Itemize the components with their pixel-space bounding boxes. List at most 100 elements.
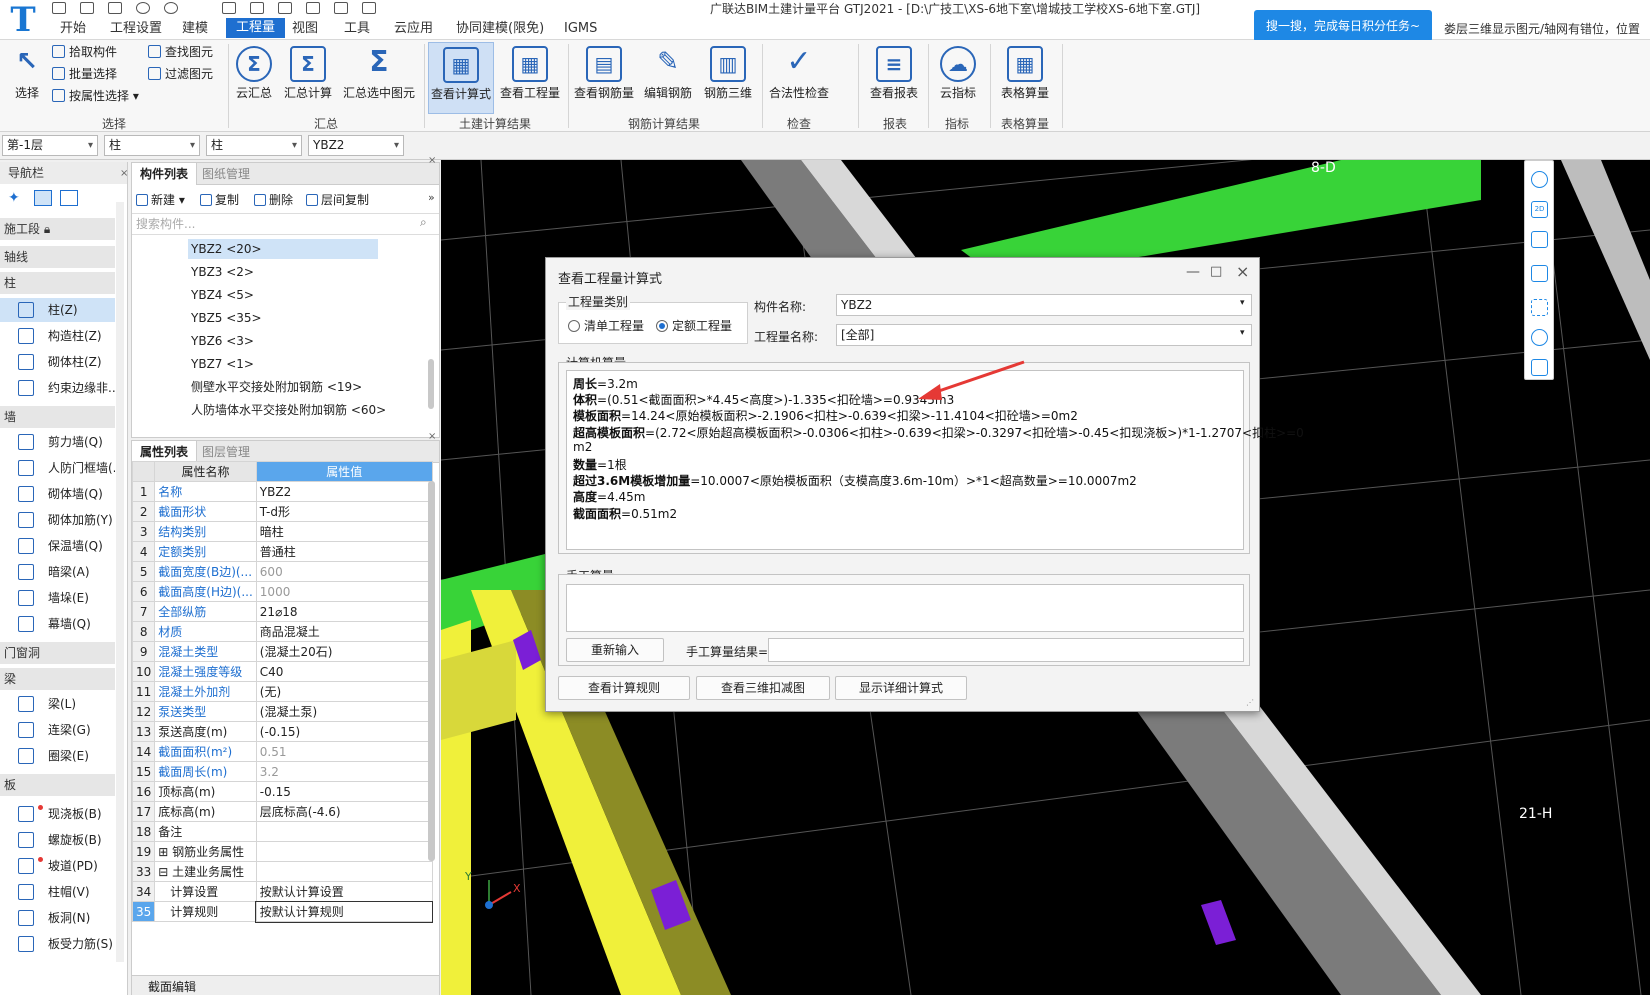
view-rebar-button[interactable]: ▤ 查看钢筋量 [572, 42, 636, 114]
close-icon[interactable]: × [428, 155, 436, 166]
category-select[interactable]: 柱 [104, 135, 200, 156]
list-item[interactable]: 侧壁水平交接处附加钢筋 <19> [188, 377, 362, 397]
nav-item-slab-hole[interactable]: 板洞(N) [0, 906, 115, 930]
undo-icon[interactable] [136, 2, 150, 14]
menu-project-settings[interactable]: 工程设置 [110, 20, 162, 38]
property-value[interactable]: (无) [255, 681, 433, 702]
resize-grip-icon[interactable]: ⋰ [1246, 698, 1254, 707]
find-element-button[interactable]: 查找图元 [148, 42, 213, 62]
cloud-summary-button[interactable]: Σ 云汇总 [232, 42, 276, 114]
draw-icon[interactable] [222, 2, 236, 14]
reinput-button[interactable]: 重新输入 [566, 638, 664, 662]
pick-component-button[interactable]: 拾取构件 [52, 42, 117, 62]
table-row[interactable]: 7 全部纵筋 21⌀18 [131, 601, 433, 622]
notice-text[interactable]: 娄层三维显示图元/轴网有错位，位置 [1444, 20, 1640, 37]
select-button[interactable]: ↖ 选择 [6, 42, 48, 114]
table-row[interactable]: 35 计算规则 按默认计算规则 [131, 900, 434, 923]
new-file-icon[interactable] [52, 2, 66, 14]
3d-box-icon[interactable] [1531, 231, 1548, 248]
property-value[interactable]: 1000 [255, 581, 433, 602]
table-row[interactable]: 3 结构类别 暗柱 [131, 521, 433, 542]
menu-cloud[interactable]: 云应用 [394, 20, 433, 38]
list-icon[interactable] [362, 2, 376, 14]
list-item[interactable]: YBZ4 <5> [188, 285, 254, 305]
table-row[interactable]: 12 泵送类型 (混凝土泵) [131, 701, 433, 722]
new-button[interactable]: 新建 ▾ [136, 191, 185, 208]
table-row[interactable]: 34 计算设置 按默认计算设置 [131, 881, 433, 902]
manual-result-input[interactable] [768, 638, 1244, 662]
cloud-index-button[interactable]: ☁ 云指标 [934, 42, 982, 114]
table-row[interactable]: 19 ⊞ 钢筋业务属性 [131, 841, 433, 862]
floor-select[interactable]: 第-1层 [2, 135, 98, 156]
property-value[interactable]: 普通柱 [255, 541, 433, 562]
list-item[interactable]: YBZ6 <3> [188, 331, 254, 351]
table-calc-button[interactable]: ▦ 表格算量 [996, 42, 1054, 114]
nav-cat-beam[interactable]: 梁 [0, 668, 115, 690]
delete-button[interactable]: 删除 [254, 191, 293, 208]
table-row[interactable]: 17 底标高(m) 层底标高(-4.6) [131, 801, 433, 822]
rebar-3d-button[interactable]: ▥ 钢筋三维 [700, 42, 756, 114]
property-value[interactable]: 层底标高(-4.6) [255, 801, 433, 822]
nav-item-wall-pier[interactable]: 墙垛(E) [0, 586, 115, 610]
open-file-icon[interactable] [80, 2, 94, 14]
view-formula-button[interactable]: ▦ 查看计算式 [428, 42, 494, 114]
property-value[interactable]: C40 [255, 661, 433, 682]
property-value[interactable]: 600 [255, 561, 433, 582]
pin-icon[interactable]: ✦ [8, 190, 24, 206]
radio-quota-quantity[interactable]: 定额工程量 [656, 317, 732, 334]
nav-cat-section[interactable]: 施工段 🔒︎ [0, 218, 115, 240]
menu-igms[interactable]: IGMS [564, 20, 597, 38]
tab-property-list[interactable]: 属性列表 [132, 441, 198, 463]
nav-item-insulation-wall[interactable]: 保温墙(Q) [0, 534, 115, 558]
nav-item-ramp[interactable]: 坡道(PD) [0, 854, 115, 878]
property-value[interactable]: T-d形 [255, 501, 433, 522]
search-tip-banner[interactable]: 搜一搜，完成每日积分任务~ [1254, 10, 1432, 42]
batch-select-button[interactable]: 批量选择 [52, 64, 117, 84]
list-item[interactable]: 人防墙体水平交接处附加钢筋 <60> [188, 400, 386, 420]
property-value[interactable]: (混凝土泵) [255, 701, 433, 722]
nav-item-cast-slab[interactable]: 现浇板(B) [0, 802, 115, 826]
table-row[interactable]: 1 名称 YBZ2 [131, 481, 433, 502]
purple-node[interactable] [1201, 900, 1236, 945]
table-row[interactable]: 9 混凝土类型 (混凝土20石) [131, 641, 433, 662]
view-quantity-button[interactable]: ▦ 查看工程量 [498, 42, 562, 114]
fit-view-icon[interactable] [1531, 299, 1548, 316]
table-icon[interactable] [278, 2, 292, 14]
table-row[interactable]: 11 混凝土外加剂 (无) [131, 681, 433, 702]
view-rules-button[interactable]: 查看计算规则 [558, 676, 690, 700]
nav-cat-door-window[interactable]: 门窗洞 [0, 642, 115, 664]
property-value[interactable]: (-0.15) [255, 721, 433, 742]
property-value[interactable] [255, 841, 433, 862]
table-row[interactable]: 2 截面形状 T-d形 [131, 501, 433, 522]
table-row[interactable]: 33 ⊟ 土建业务属性 [131, 861, 433, 882]
close-icon[interactable]: × [1236, 262, 1249, 281]
menu-start[interactable]: 开始 [60, 20, 86, 38]
nav-item-column[interactable]: 柱(Z) [0, 298, 115, 322]
nav-item-ring-beam[interactable]: 圈梁(E) [0, 744, 115, 768]
list-item[interactable]: YBZ7 <1> [188, 354, 254, 374]
tab-section-edit[interactable]: 截面编辑 [148, 978, 196, 995]
summary-selected-button[interactable]: Σ 汇总选中图元 [338, 42, 420, 114]
property-value[interactable]: YBZ2 [255, 481, 433, 502]
nav-cat-column[interactable]: 柱 [0, 272, 115, 294]
property-value[interactable]: 0.51 [255, 741, 433, 762]
qty-name-select[interactable]: [全部] [836, 324, 1252, 346]
filter-element-button[interactable]: 过滤图元 [148, 64, 213, 84]
nav-item-shear-wall[interactable]: 剪力墙(Q) [0, 430, 115, 454]
table-row[interactable]: 5 截面宽度(B边)(... 600 [131, 561, 433, 582]
menu-collab[interactable]: 协同建模(限免) [456, 20, 544, 38]
menu-modeling[interactable]: 建模 [182, 20, 208, 38]
copy-button[interactable]: 复制 [200, 191, 239, 208]
menu-view[interactable]: 视图 [292, 20, 318, 38]
property-value[interactable] [255, 821, 433, 842]
floor-copy-button[interactable]: 层间复制 [306, 191, 369, 208]
table-row[interactable]: 18 备注 [131, 821, 433, 842]
property-value[interactable]: 按默认计算规则 [255, 900, 434, 923]
tree-view-icon[interactable] [60, 190, 78, 206]
table-row[interactable]: 10 混凝土强度等级 C40 [131, 661, 433, 682]
comp-name-select[interactable]: YBZ2 [836, 294, 1252, 316]
right-column[interactable] [1561, 160, 1650, 360]
view-report-button[interactable]: ≡ 查看报表 [866, 42, 922, 114]
component-select[interactable]: YBZ2 [308, 135, 404, 156]
property-value[interactable]: -0.15 [255, 781, 433, 802]
